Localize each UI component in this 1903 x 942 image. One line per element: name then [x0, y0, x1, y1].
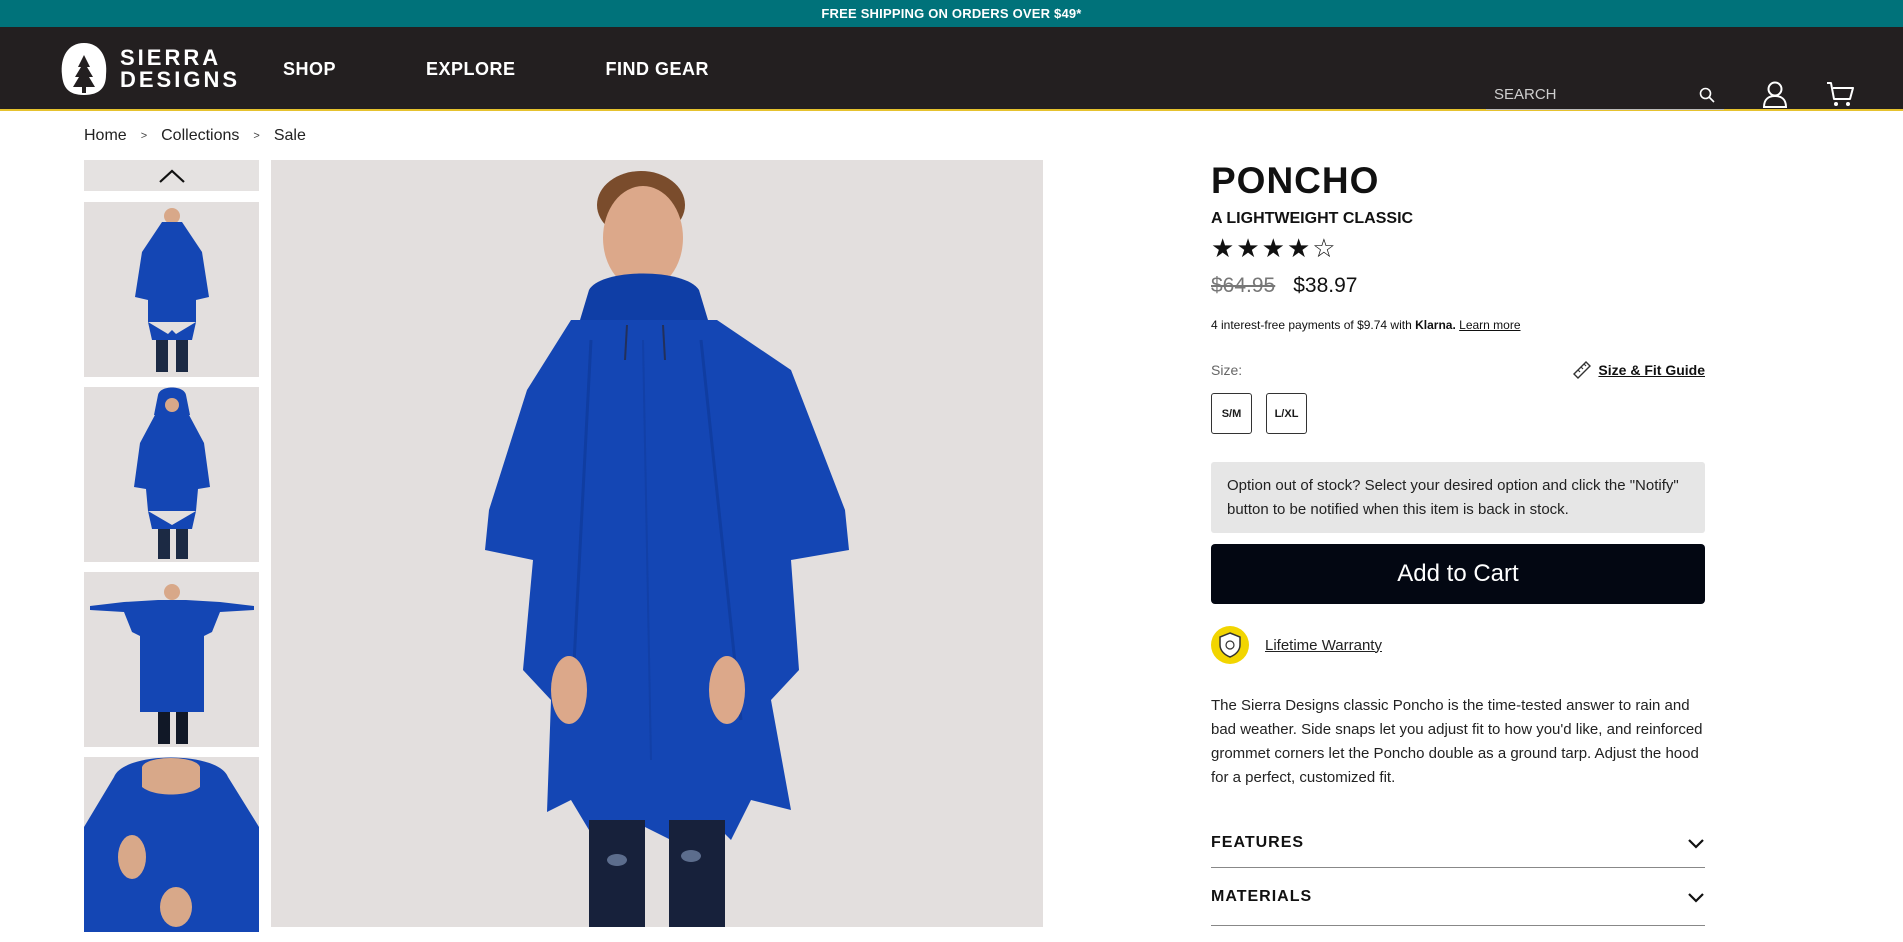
poncho-arms-out-image	[90, 584, 254, 744]
product-title: PONCHO	[1211, 160, 1380, 201]
thumbnail-gallery	[84, 160, 259, 942]
klarna-message: 4 interest-free payments of $9.74 with K…	[1211, 318, 1705, 332]
search-bar	[1486, 79, 1724, 110]
product-info-panel: PONCHO A LIGHTWEIGHT CLASSIC ★ ★ ★ ★ ☆ $…	[1211, 160, 1705, 926]
search-input[interactable]	[1486, 85, 1686, 103]
main-nav: SHOP EXPLORE FIND GEAR	[283, 27, 799, 111]
accordion-materials[interactable]: MATERIALS	[1211, 868, 1705, 926]
product-description: The Sierra Designs classic Poncho is the…	[1211, 697, 1703, 786]
nav-shop[interactable]: SHOP	[283, 59, 336, 80]
size-options: S/M L/XL	[1211, 393, 1705, 434]
brand-wordmark: SIERRA DESIGNS	[120, 47, 240, 91]
star-filled-icon: ★	[1286, 234, 1311, 264]
breadcrumb-sale[interactable]: Sale	[274, 127, 306, 145]
search-icon[interactable]	[1698, 86, 1716, 104]
warranty-row: Lifetime Warranty	[1211, 626, 1705, 664]
accordion-materials-label: MATERIALS	[1211, 887, 1313, 905]
product-subtitle: A LIGHTWEIGHT CLASSIC	[1211, 210, 1414, 227]
breadcrumb-separator: >	[253, 130, 260, 142]
size-option-lxl[interactable]: L/XL	[1266, 393, 1307, 434]
breadcrumb-home[interactable]: Home	[84, 127, 127, 145]
accordion-features-label: FEATURES	[1211, 833, 1305, 851]
poncho-hood-image	[134, 387, 210, 559]
product-accordion: FEATURES MATERIALS	[1211, 818, 1705, 926]
size-label: Size:	[1211, 362, 1243, 378]
announcement-bar: FREE SHIPPING ON ORDERS OVER $49*	[0, 0, 1903, 27]
star-rating[interactable]: ★ ★ ★ ★ ☆	[1211, 234, 1705, 264]
star-filled-icon: ★	[1236, 234, 1260, 264]
main-product-image[interactable]	[271, 160, 1043, 927]
poncho-main-image	[271, 160, 1043, 927]
star-filled-icon: ★	[1261, 234, 1285, 264]
poncho-hood-detail-image	[84, 757, 259, 932]
size-fit-guide-link[interactable]: Size & Fit Guide	[1572, 360, 1705, 380]
warranty-badge-icon	[1211, 626, 1249, 664]
nav-find-gear[interactable]: FIND GEAR	[606, 59, 710, 80]
size-header: Size: Size & Fit Guide	[1211, 360, 1705, 380]
breadcrumb: Home > Collections > Sale	[84, 127, 306, 145]
star-filled-icon: ★	[1211, 234, 1235, 264]
original-price: $64.95	[1211, 274, 1276, 297]
chevron-down-icon	[1688, 838, 1704, 849]
out-of-stock-notice: Option out of stock? Select your desired…	[1211, 462, 1705, 533]
poncho-front-image	[135, 208, 209, 372]
tree-logo-icon	[61, 43, 107, 95]
ruler-icon	[1573, 361, 1592, 379]
klarna-brand: Klarna.	[1415, 318, 1456, 332]
klarna-text: 4 interest-free payments of $9.74 with	[1211, 318, 1412, 332]
nav-explore[interactable]: EXPLORE	[426, 59, 516, 80]
thumbnail-front[interactable]	[84, 202, 259, 377]
sale-price: $38.97	[1293, 274, 1358, 297]
thumbnail-arms-out[interactable]	[84, 572, 259, 747]
price-row: $64.95 $38.97	[1211, 274, 1705, 298]
brand-line-1: SIERRA	[120, 45, 222, 70]
account-icon[interactable]	[1762, 80, 1788, 108]
accordion-features[interactable]: FEATURES	[1211, 818, 1705, 868]
thumbnail-scroll-up-button[interactable]	[84, 160, 259, 191]
add-to-cart-button[interactable]: Add to Cart	[1211, 544, 1705, 604]
cart-icon[interactable]	[1826, 80, 1854, 108]
size-fit-guide-label: Size & Fit Guide	[1598, 362, 1705, 378]
lifetime-warranty-link[interactable]: Lifetime Warranty	[1265, 637, 1382, 654]
chevron-down-icon	[1688, 892, 1704, 903]
breadcrumb-separator: >	[140, 130, 148, 142]
announcement-text: FREE SHIPPING ON ORDERS OVER $49*	[821, 6, 1082, 21]
thumbnail-hood-detail[interactable]	[84, 757, 259, 932]
klarna-learn-more-link[interactable]: Learn more	[1459, 318, 1520, 332]
chevron-up-icon	[158, 169, 185, 183]
thumbnail-hood-up[interactable]	[84, 387, 259, 562]
star-empty-icon: ☆	[1312, 234, 1336, 264]
brand-line-2: DESIGNS	[120, 67, 241, 92]
site-header: SIERRA DESIGNS SHOP EXPLORE FIND GEAR	[0, 27, 1903, 111]
brand-logo[interactable]: SIERRA DESIGNS	[58, 41, 240, 97]
size-option-sm[interactable]: S/M	[1211, 393, 1252, 434]
breadcrumb-collections[interactable]: Collections	[161, 127, 239, 145]
